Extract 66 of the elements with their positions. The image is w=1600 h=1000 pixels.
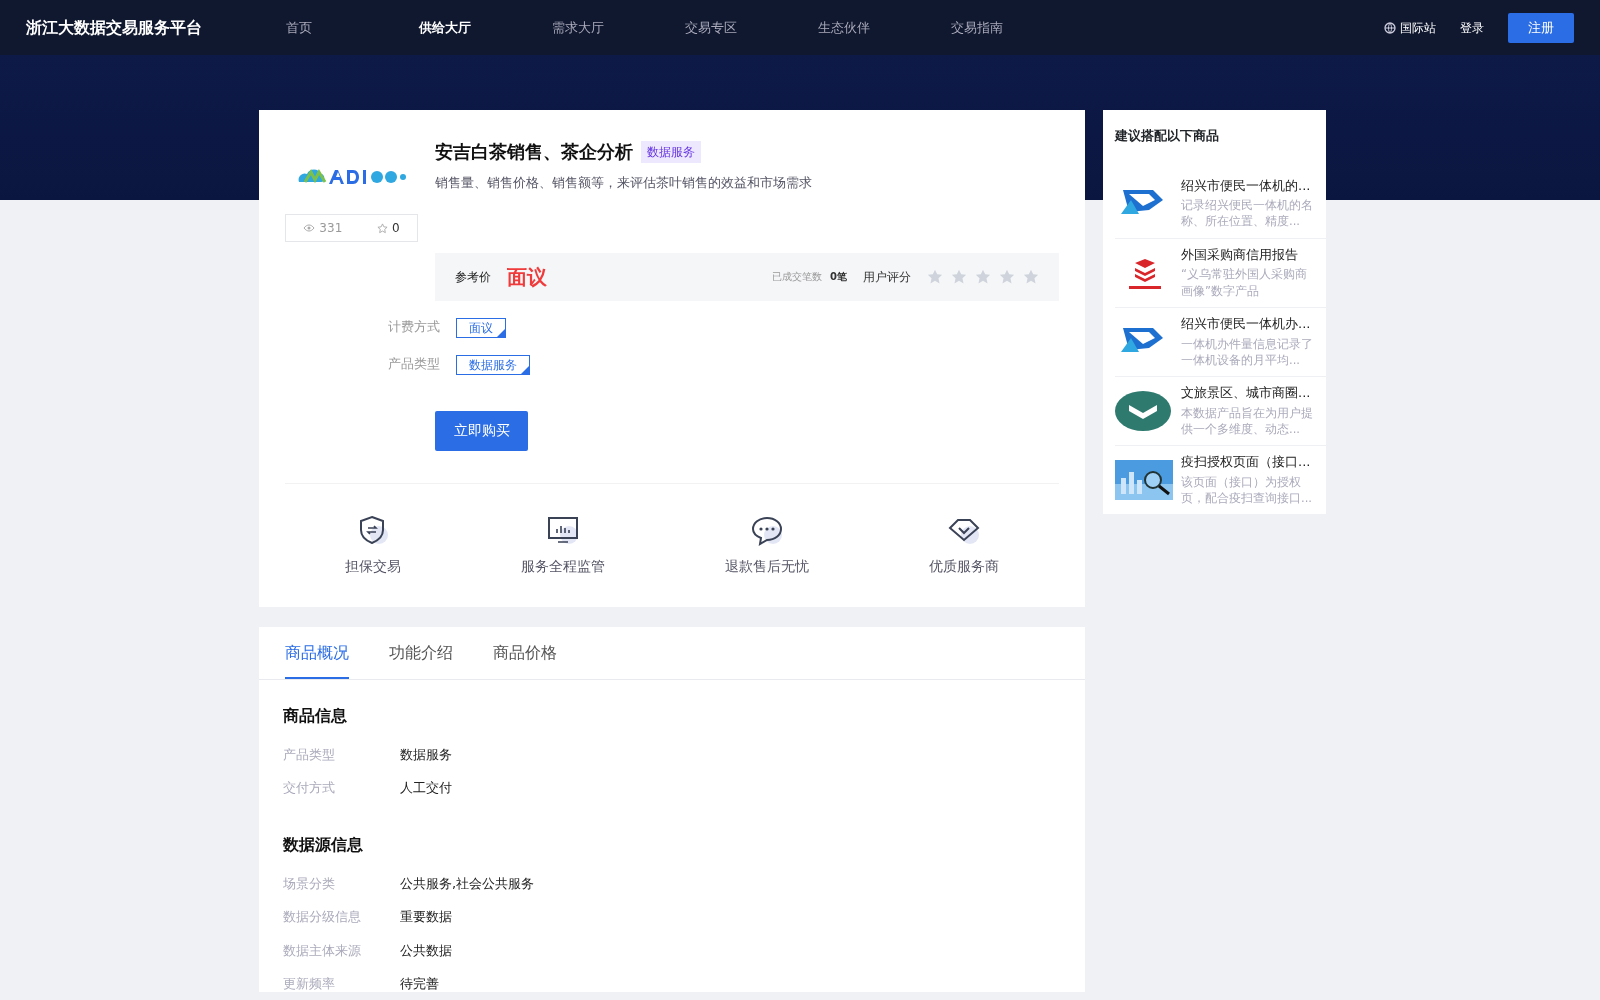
- deals-label: 已成交笔数: [772, 270, 823, 284]
- product-summary: 该页面（接口）为授权页，配合疫扫查询接口...: [1181, 473, 1313, 506]
- rating-label: 用户评分: [863, 268, 911, 286]
- star-icon: [1023, 268, 1039, 285]
- login-link[interactable]: 登录: [1460, 18, 1484, 37]
- field-label: 产品类型: [283, 745, 336, 764]
- product-summary: 记录绍兴便民一体机的名称、所在位置、精度...: [1181, 197, 1314, 230]
- option-chip[interactable]: 数据服务: [456, 354, 530, 375]
- product-summary: 一体机办件量信息记录了一体机设备的月平均...: [1181, 335, 1314, 368]
- nav-link[interactable]: 生态伙伴: [818, 17, 951, 38]
- product-description: 销售量、销售价格、销售额等，来评估茶叶销售的效益和市场需求: [435, 174, 813, 192]
- favorite-count: 0: [392, 220, 400, 237]
- site-brand[interactable]: 浙江大数据交易服务平台: [26, 15, 256, 40]
- star-icon: [975, 268, 991, 285]
- option-label: 产品类型: [387, 355, 440, 374]
- nav-link[interactable]: 首页: [286, 17, 419, 38]
- globe-icon: [1384, 21, 1396, 34]
- option-label: 计费方式: [387, 318, 440, 337]
- product-name[interactable]: 绍兴市便民一体机的...: [1181, 177, 1316, 195]
- guarantee-label: 服务全程监管: [521, 556, 605, 576]
- guarantee-label: 优质服务商: [929, 556, 999, 576]
- nav-link[interactable]: 交易指南: [951, 17, 1084, 38]
- option-chip[interactable]: 面议: [456, 317, 506, 338]
- product-logo: [1115, 390, 1173, 431]
- section-title: 数据源信息: [283, 833, 364, 856]
- price-value: 面议: [507, 263, 547, 291]
- category-tag: 数据服务: [641, 140, 701, 163]
- field-label: 场景分类: [283, 874, 336, 893]
- star-icon: [927, 268, 943, 285]
- field-value: 重要数据: [400, 908, 452, 926]
- tab[interactable]: 功能介绍: [389, 626, 453, 679]
- star-icon: [951, 268, 967, 285]
- product-name[interactable]: 绍兴市便民一体机办...: [1181, 315, 1316, 333]
- field-label: 数据分级信息: [283, 908, 362, 926]
- field-label: 数据主体来源: [283, 941, 362, 960]
- guarantee-label: 退款售后无忧: [725, 556, 809, 576]
- eye-icon: [303, 224, 316, 232]
- tab[interactable]: 商品概况: [285, 626, 349, 679]
- star-icon: [377, 222, 388, 234]
- guarantee-label: 担保交易: [345, 556, 401, 576]
- field-value: 公共数据: [400, 941, 452, 960]
- deals-count: 0笔: [830, 270, 847, 284]
- field-value: 公共服务,社会公共服务: [400, 874, 535, 893]
- section-title: 商品信息: [283, 704, 348, 727]
- field-value: 人工交付: [400, 779, 452, 797]
- nav-link[interactable]: 需求大厅: [552, 17, 685, 38]
- panel-title: 建议搭配以下商品: [1115, 127, 1220, 145]
- product-summary: 本数据产品旨在为用户提供一个多维度、动态...: [1181, 404, 1314, 437]
- nav-link[interactable]: 供给大厅: [419, 17, 552, 38]
- register-button[interactable]: 注册: [1508, 12, 1574, 43]
- product-name[interactable]: 外国采购商信用报告: [1181, 246, 1316, 264]
- product-summary: “义乌常驻外国人采购商画像”数字产品: [1181, 266, 1308, 299]
- product-name[interactable]: 文旅景区、城市商圈...: [1181, 384, 1316, 402]
- star-icon: [999, 268, 1015, 285]
- nav-link[interactable]: 交易专区: [685, 17, 818, 38]
- field-value: 数据服务: [400, 745, 452, 764]
- field-label: 交付方式: [283, 779, 336, 797]
- price-label: 参考价: [455, 268, 491, 286]
- international-site-link[interactable]: 国际站: [1400, 18, 1436, 37]
- product-title: 安吉白茶销售、茶企分析: [435, 140, 633, 164]
- buy-now-button[interactable]: 立即购买: [435, 410, 528, 451]
- tab[interactable]: 商品价格: [493, 626, 557, 679]
- field-label: 更新频率: [283, 975, 336, 992]
- field-value: 待完善: [400, 975, 439, 992]
- view-count: 331: [319, 220, 343, 237]
- product-name[interactable]: 疫扫授权页面（接口...: [1181, 453, 1316, 471]
